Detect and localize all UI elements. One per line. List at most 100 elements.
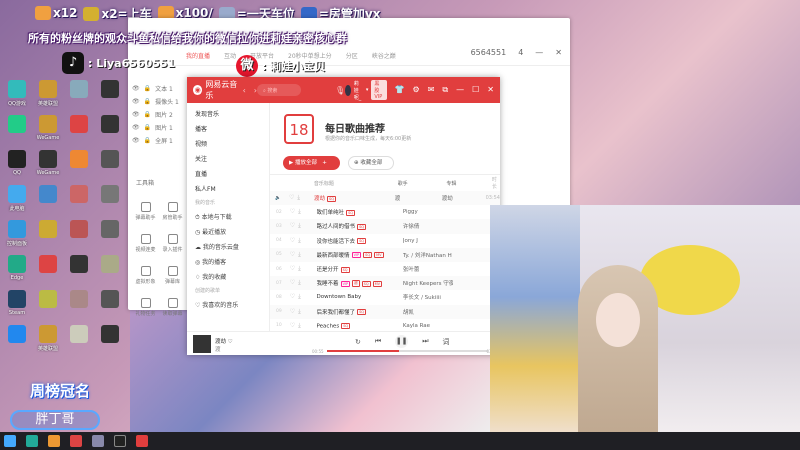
microphone-icon[interactable]: 🎙 xyxy=(335,86,345,95)
pause-button[interactable]: ❚❚ xyxy=(395,335,409,348)
desktop-icon[interactable] xyxy=(95,115,125,149)
layer-item[interactable]: 👁 🔒 摄像头 1 xyxy=(132,95,187,108)
like-download-icons[interactable]: ♡⤓ xyxy=(282,265,317,273)
previous-icon[interactable]: ⏮ xyxy=(375,337,381,346)
desktop-icon[interactable]: 控制面板 xyxy=(2,220,32,254)
desktop-icon[interactable]: 英雄联盟 xyxy=(33,80,63,114)
song-row[interactable]: 02 ♡⤓ 致们单纯吐 SQ Piggy xyxy=(270,205,500,219)
song-row[interactable]: 🔈 ♡⤓ 渡劫 SQ 渡渡劫 03:54 xyxy=(270,191,500,206)
like-download-icons[interactable]: ♡⤓ xyxy=(282,308,317,316)
loop-icon[interactable]: ↻ xyxy=(355,338,361,346)
tool-item[interactable]: 虚拟形象 xyxy=(132,262,159,294)
song-artist[interactable]: 李长文 / Sukiiii xyxy=(403,293,453,301)
tool-tab[interactable]: 互动 xyxy=(224,51,236,60)
song-artist[interactable]: Jony J xyxy=(403,238,453,244)
tool-item[interactable]: 视频连麦 xyxy=(132,230,159,262)
song-row[interactable]: 10 ♡⤓ Peaches SQ Kayla Rae xyxy=(270,319,500,331)
eye-icon[interactable]: 👁 xyxy=(132,85,140,92)
desktop-icon[interactable] xyxy=(64,290,94,324)
desktop-icon[interactable] xyxy=(95,150,125,184)
like-download-icons[interactable]: ♡⤓ xyxy=(281,194,314,202)
sidebar-item[interactable]: ♢ 我的收藏 xyxy=(195,270,261,285)
sidebar-item-liked[interactable]: ♡ 我喜欢的音乐 xyxy=(195,298,261,313)
app-icon[interactable] xyxy=(48,435,60,447)
sidebar-item[interactable]: ⏱ 本地与下载 xyxy=(195,210,261,225)
eye-icon[interactable]: 👁 xyxy=(132,111,140,118)
song-artist[interactable]: Piggy xyxy=(403,209,453,215)
desktop-icon[interactable] xyxy=(64,220,94,254)
minimize-icon[interactable]: — xyxy=(456,85,464,95)
like-download-icons[interactable]: ♡⤓ xyxy=(282,279,317,287)
desktop-icon[interactable] xyxy=(95,185,125,219)
desktop-icon[interactable] xyxy=(95,255,125,289)
tool-item[interactable]: 礼物任务 xyxy=(132,294,159,326)
lyrics-icon[interactable]: 词 xyxy=(443,337,450,347)
desktop-icon[interactable] xyxy=(95,325,125,359)
sidebar-item[interactable]: 播客 xyxy=(195,122,261,137)
close-icon[interactable]: ✕ xyxy=(555,48,562,57)
sidebar-item[interactable]: 视频 xyxy=(195,137,261,152)
lock-icon[interactable]: 🔒 xyxy=(144,137,151,144)
song-row[interactable]: 08 ♡⤓ Downtown Baby 李长文 / Sukiiii xyxy=(270,290,500,304)
col-artist[interactable]: 歌手 xyxy=(398,180,447,187)
tool-tab[interactable]: 峡谷之巅 xyxy=(372,51,396,60)
song-row[interactable]: 09 ♡⤓ 后来我们都懂了 SQ 胡凯 xyxy=(270,304,500,319)
song-row[interactable]: 06 ♡⤓ 还是分开 SQ 张叶蕾 xyxy=(270,262,500,276)
back-icon[interactable]: ‹ xyxy=(243,86,246,95)
col-album[interactable]: 专辑 xyxy=(446,180,492,187)
user-menu[interactable]: 莉娃呢_ ▾ 黑胶VIP xyxy=(345,80,387,101)
desktop-icon[interactable] xyxy=(33,220,63,254)
netease-taskbar-icon[interactable] xyxy=(136,435,148,447)
desktop-icon[interactable] xyxy=(64,255,94,289)
edge-icon[interactable] xyxy=(26,435,38,447)
like-download-icons[interactable]: ♡⤓ xyxy=(282,237,317,245)
sidebar-item[interactable]: ◎ 我的播客 xyxy=(195,255,261,270)
desktop-icon[interactable]: QQ xyxy=(2,150,32,184)
desktop-icon[interactable]: Steam xyxy=(2,290,32,324)
now-playing-artist[interactable]: 渡 xyxy=(215,347,221,353)
sidebar-item[interactable]: 发现音乐 xyxy=(195,107,261,122)
song-artist[interactable]: Ty. / 刘洋Nathan H xyxy=(403,251,453,259)
song-artist[interactable]: Night Keepers 守夜 xyxy=(403,279,453,287)
song-album[interactable]: 渡劫 xyxy=(442,194,486,202)
lock-icon[interactable]: 🔒 xyxy=(144,124,151,131)
play-all-button[interactable]: ▶ 播放全部 + xyxy=(283,156,340,170)
tool-item[interactable]: 房管助手 xyxy=(159,198,186,230)
desktop-icon[interactable] xyxy=(33,185,63,219)
tool-tab[interactable]: 我的直播 xyxy=(186,51,210,60)
eye-icon[interactable]: 👁 xyxy=(132,124,140,131)
now-playing-title[interactable]: 渡劫 xyxy=(215,339,226,345)
desktop-icon[interactable] xyxy=(95,220,125,254)
desktop-icon[interactable] xyxy=(2,115,32,149)
desktop-icon[interactable] xyxy=(64,150,94,184)
like-download-icons[interactable]: ♡⤓ xyxy=(282,222,317,230)
album-cover[interactable] xyxy=(193,335,211,353)
desktop-icon[interactable] xyxy=(64,325,94,359)
tool-item[interactable]: 弹幕助手 xyxy=(132,198,159,230)
desktop-icon[interactable] xyxy=(95,290,125,324)
search-input[interactable]: ⌕ 搜索 xyxy=(257,84,301,96)
forward-icon[interactable]: › xyxy=(254,86,257,95)
desktop-icon[interactable] xyxy=(2,325,32,359)
sidebar-item[interactable]: ☁ 我的音乐云盘 xyxy=(195,240,261,255)
like-download-icons[interactable]: ♡⤓ xyxy=(282,208,317,216)
settings-icon[interactable]: ⚙ xyxy=(413,85,420,95)
like-download-icons[interactable]: ♡⤓ xyxy=(282,251,317,259)
desktop-icon[interactable] xyxy=(33,290,63,324)
sidebar-item[interactable]: 私人FM xyxy=(195,182,261,197)
like-download-icons[interactable]: ♡⤓ xyxy=(282,322,317,330)
layer-item[interactable]: 👁 🔒 文本 1 xyxy=(132,82,187,95)
eye-icon[interactable]: 👁 xyxy=(132,137,140,144)
lock-icon[interactable]: 🔒 xyxy=(144,85,151,92)
song-row[interactable]: 05 ♡⤓ 最新西部暧情 VIP SQ MV Ty. / 刘洋Nathan H xyxy=(270,247,500,262)
desktop-icon[interactable] xyxy=(33,255,63,289)
lock-icon[interactable]: 🔒 xyxy=(144,111,151,118)
desktop-icon[interactable]: 英雄联盟 xyxy=(33,325,63,359)
song-artist[interactable]: 胡凯 xyxy=(403,308,453,316)
desktop-icon[interactable]: 此电脑 xyxy=(2,185,32,219)
tool-item[interactable]: 读取弹幕 xyxy=(159,294,186,326)
tool-tab[interactable]: 分区 xyxy=(346,51,358,60)
app-icon[interactable] xyxy=(70,435,82,447)
song-row[interactable]: 07 ♡⤓ 我睡不着 VIP 超 SQ MV Night Keepers 守夜 xyxy=(270,276,500,291)
close-icon[interactable]: ✕ xyxy=(487,85,494,95)
